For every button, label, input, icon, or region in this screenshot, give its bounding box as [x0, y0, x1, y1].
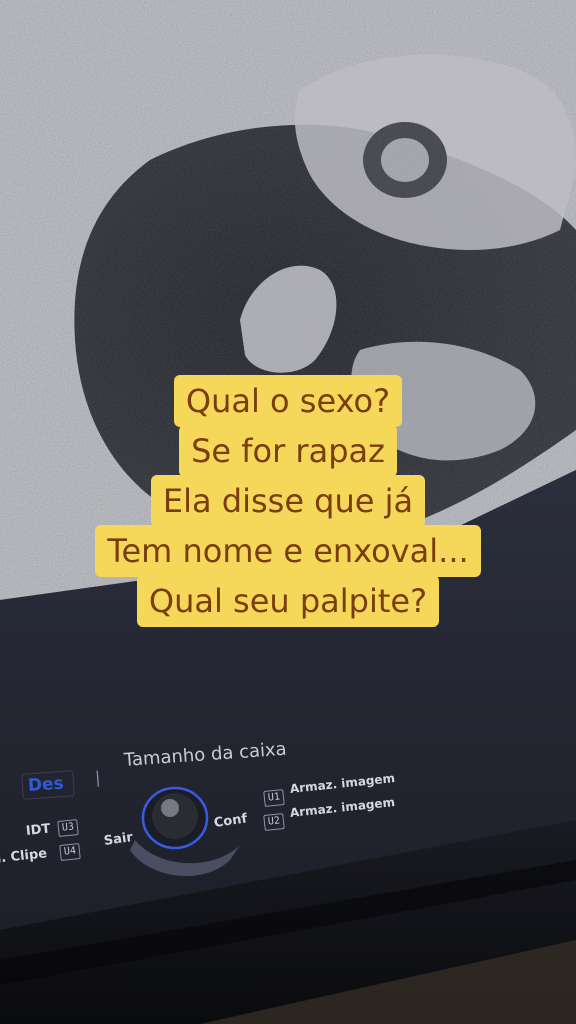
caption-overlay: Qual o sexo? Se for rapaz Ela disse que … [0, 375, 576, 627]
sair-button[interactable]: Sair [103, 830, 134, 849]
conf-button[interactable]: Conf [213, 811, 248, 831]
armaz-2-key-badge: U2 [263, 812, 285, 832]
tab-des[interactable]: Des [27, 774, 64, 796]
caption-line: Qual seu palpite? [136, 575, 440, 627]
idt-button[interactable]: IDT [25, 821, 51, 838]
ultrasound-control-panel: Des | Tamanho da caixa IDT U3 n. Clipe U… [0, 720, 576, 920]
tab-separator: | [94, 767, 102, 787]
idt-key-badge: U3 [57, 818, 79, 838]
armaz-imagem-2-button[interactable]: Armaz. imagem [289, 795, 395, 820]
caption-line: Tem nome e enxoval... [95, 525, 481, 577]
clipe-button[interactable]: n. Clipe [0, 846, 48, 867]
clipe-key-badge: U4 [59, 842, 81, 862]
caption-line: Ela disse que já [150, 475, 426, 527]
caption-line: Qual o sexo? [173, 375, 403, 427]
caption-line: Se for rapaz [179, 425, 397, 477]
armaz-imagem-1-button[interactable]: Armaz. imagem [289, 771, 395, 796]
tab-tamanho-da-caixa[interactable]: Tamanho da caixa [123, 739, 287, 771]
armaz-1-key-badge: U1 [263, 788, 285, 808]
